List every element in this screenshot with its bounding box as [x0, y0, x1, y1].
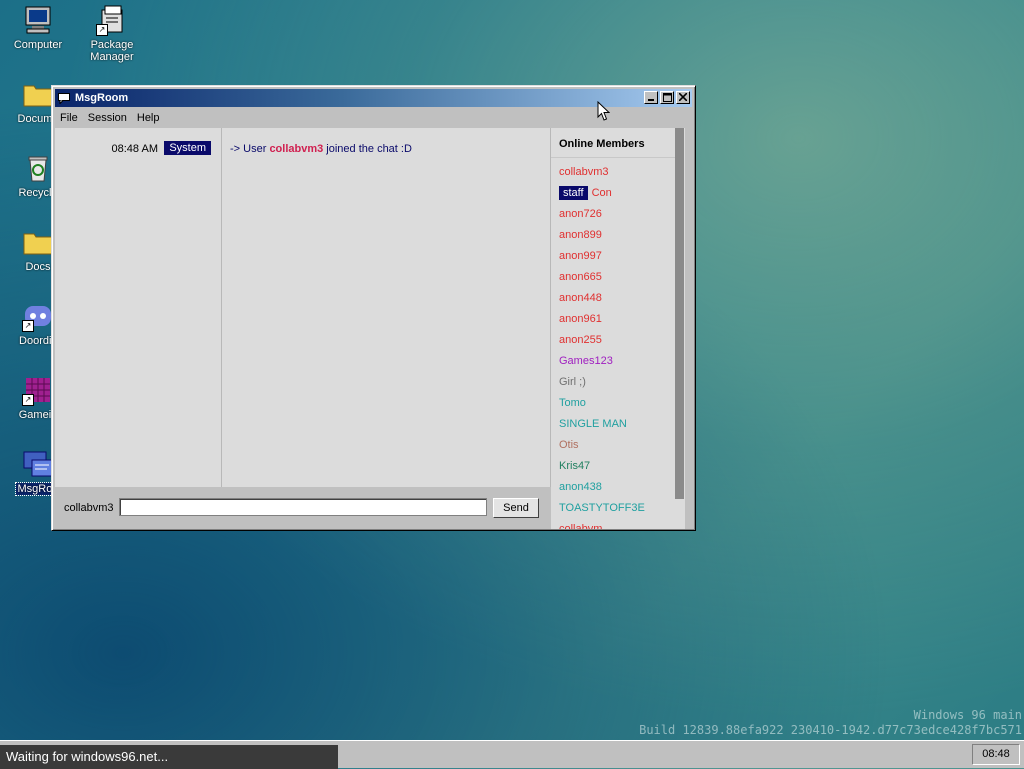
- member-item[interactable]: staff Con: [559, 186, 612, 200]
- shortcut-arrow-icon: ↗: [22, 394, 34, 406]
- package-manager-icon: ↗: [96, 4, 128, 36]
- shortcut-arrow-icon: ↗: [22, 320, 34, 332]
- member-name: Con: [591, 187, 612, 199]
- online-members-panel[interactable]: Online Members collabvm3 staff Con anon726 a…: [551, 128, 685, 529]
- watermark-line-1: Windows 96 main: [913, 708, 1022, 722]
- member-item[interactable]: anon438: [559, 481, 602, 493]
- member-item[interactable]: SINGLE MAN: [559, 418, 627, 430]
- message-meta-column: 08:48 AM System: [55, 128, 222, 487]
- member-name: anon726: [559, 208, 602, 220]
- member-name: anon438: [559, 481, 602, 493]
- taskbar-clock[interactable]: 08:48: [972, 744, 1020, 765]
- game-icon: ↗: [22, 374, 54, 406]
- member-item[interactable]: collabvm3: [559, 166, 609, 178]
- build-watermark: Windows 96 main Build 12839.88efa922 230…: [639, 708, 1022, 738]
- members-header: Online Members: [559, 138, 645, 150]
- desktop-icon-package-manager[interactable]: ↗ Package Manager: [77, 4, 147, 63]
- msgroom-icon: [22, 448, 54, 480]
- window-title: MsgRoom: [75, 92, 129, 104]
- minimize-icon: [648, 99, 654, 101]
- mouse-cursor-icon: [597, 101, 610, 121]
- desktop-icon-computer[interactable]: Computer: [3, 4, 73, 51]
- message-user: collabvm3: [269, 143, 324, 155]
- member-item[interactable]: anon448: [559, 292, 602, 304]
- message-sender-badge: System: [164, 141, 211, 155]
- member-item[interactable]: anon997: [559, 250, 602, 262]
- username-label: collabvm3: [64, 502, 114, 514]
- menu-session[interactable]: Session: [83, 109, 132, 127]
- member-name: anon665: [559, 271, 602, 283]
- message-text-prefix: -> User: [230, 143, 270, 155]
- maximize-icon: [662, 93, 672, 102]
- folder-icon: [22, 226, 54, 258]
- member-name: anon899: [559, 229, 602, 241]
- menu-file[interactable]: File: [55, 109, 83, 127]
- folder-icon: [22, 78, 54, 110]
- taskbar: Waiting for windows96.net... 08:48: [0, 740, 1024, 769]
- close-button[interactable]: [676, 91, 690, 104]
- member-role-badge: staff: [559, 186, 588, 200]
- msgroom-window[interactable]: MsgRoom File Session Help 08:48 AM System …: [51, 85, 696, 531]
- member-name: collabvm3: [559, 166, 609, 178]
- message-time: 08:48 AM: [111, 143, 158, 155]
- desktop-icon-label: Docs: [25, 261, 51, 273]
- loading-status: Waiting for windows96.net...: [0, 745, 338, 769]
- member-name: TOASTYTOFF3E: [559, 502, 645, 514]
- close-icon: [679, 93, 687, 101]
- member-item[interactable]: Otis: [559, 439, 579, 451]
- member-name: anon448: [559, 292, 602, 304]
- member-name: Tomo: [559, 397, 586, 409]
- member-name: Girl ;): [559, 376, 586, 388]
- chat-log[interactable]: 08:48 AM System -> User collabvm3 joined…: [55, 128, 551, 487]
- message-text: -> User collabvm3 joined the chat :D: [230, 143, 412, 155]
- member-name: SINGLE MAN: [559, 418, 627, 430]
- member-item[interactable]: anon899: [559, 229, 602, 241]
- member-item[interactable]: Girl ;): [559, 376, 586, 388]
- message-input-row: collabvm3 Send: [55, 488, 550, 528]
- recycle-bin-icon: [22, 152, 54, 184]
- watermark-line-2: Build 12839.88efa922 230410-1942.d77c73e…: [639, 723, 1022, 737]
- member-item[interactable]: TOASTYTOFF3E: [559, 502, 645, 514]
- member-item[interactable]: anon255: [559, 334, 602, 346]
- message-text-suffix: joined the chat :D: [323, 143, 412, 155]
- member-name: anon255: [559, 334, 602, 346]
- member-item[interactable]: anon726: [559, 208, 602, 220]
- member-name: Games123: [559, 355, 613, 367]
- menu-help[interactable]: Help: [132, 109, 165, 127]
- desktop-icon-label: Package Manager: [90, 39, 134, 63]
- scrollbar-thumb[interactable]: [675, 128, 684, 499]
- send-button[interactable]: Send: [493, 498, 539, 518]
- member-name: Otis: [559, 439, 579, 451]
- message-input[interactable]: [119, 498, 487, 516]
- chat-bubble-icon: [58, 92, 70, 105]
- member-name: collabvm: [559, 523, 603, 529]
- member-item[interactable]: collabvm: [559, 523, 602, 529]
- member-item[interactable]: Tomo: [559, 397, 586, 409]
- member-item[interactable]: anon665: [559, 271, 602, 283]
- member-item[interactable]: anon961: [559, 313, 602, 325]
- shortcut-arrow-icon: ↗: [96, 24, 108, 36]
- computer-icon: [22, 4, 54, 36]
- member-item[interactable]: Games123: [559, 355, 613, 367]
- members-divider: [551, 157, 685, 158]
- minimize-button[interactable]: [644, 91, 658, 104]
- members-scrollbar[interactable]: [675, 128, 685, 529]
- desktop-icon-label: Computer: [13, 39, 63, 51]
- member-name: anon997: [559, 250, 602, 262]
- member-item[interactable]: Kris47: [559, 460, 590, 472]
- member-name: anon961: [559, 313, 602, 325]
- discord-icon: ↗: [22, 300, 54, 332]
- maximize-button[interactable]: [660, 91, 674, 104]
- member-name: Kris47: [559, 460, 591, 472]
